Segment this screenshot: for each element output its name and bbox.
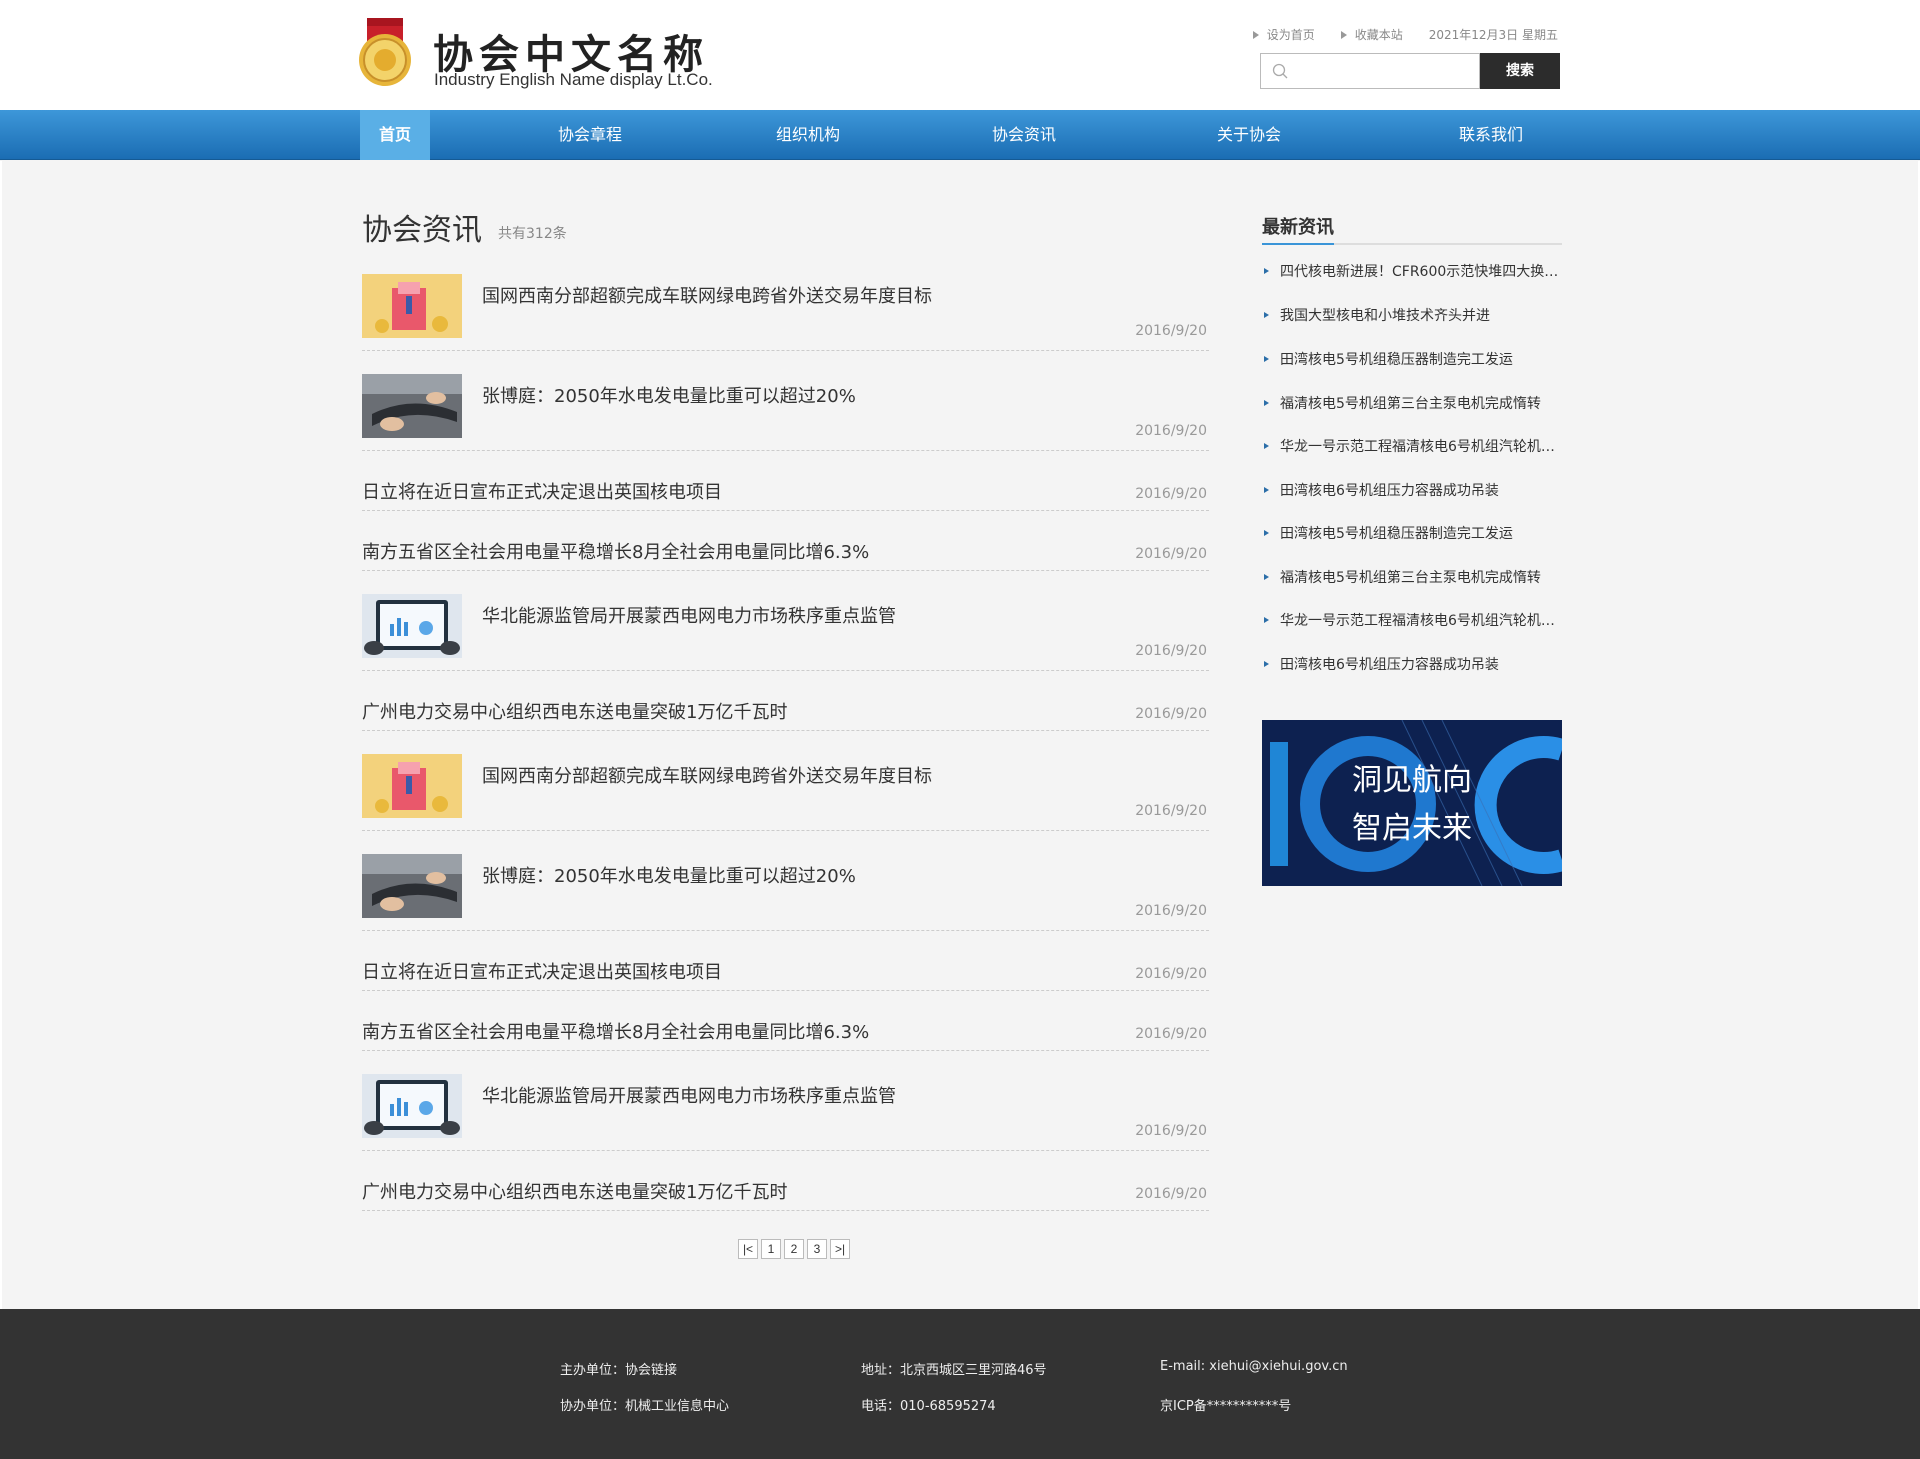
news-title[interactable]: 华北能源监管局开展蒙西电网电力市场秩序重点监管 (482, 602, 896, 628)
tablet-thumb-image[interactable] (362, 594, 462, 658)
news-date: 2016/9/20 (1135, 966, 1207, 982)
sidebar-title: 最新资讯 (1262, 217, 1334, 238)
site-header: 协会中文名称 Industry English Name display Lt.… (0, 0, 1920, 110)
sidebar-news-item[interactable]: 田湾核电5号机组稳压器制造完工发运 (1262, 349, 1562, 369)
news-row[interactable]: 张博庭：2050年水电发电量比重可以超过20% 2016/9/20 (362, 854, 1209, 931)
news-row[interactable]: 国网西南分部超额完成车联网绿电跨省外送交易年度目标 2016/9/20 (362, 754, 1209, 831)
news-date: 2016/9/20 (1135, 323, 1207, 339)
footer-phone: 电话：010-68595274 (861, 1399, 996, 1414)
sidebar-news-item[interactable]: 田湾核电5号机组稳压器制造完工发运 (1262, 523, 1562, 543)
medal-logo-icon[interactable] (357, 18, 413, 98)
site-name-en: Industry English Name display Lt.Co. (434, 70, 713, 89)
footer-co-organizer: 协办单位：机械工业信息中心 (560, 1399, 730, 1414)
sidebar-news-item[interactable]: 我国大型核电和小堆技术齐头并进 (1262, 305, 1562, 325)
main-content: 协会资讯 共有312条 国网西南分部超额完成车联网绿电跨省外送交易年度目标 20… (0, 161, 1920, 1309)
news-date: 2016/9/20 (1135, 486, 1207, 502)
news-row[interactable]: 华北能源监管局开展蒙西电网电力市场秩序重点监管 2016/9/20 (362, 594, 1209, 671)
news-row[interactable]: 国网西南分部超额完成车联网绿电跨省外送交易年度目标 2016/9/20 (362, 274, 1209, 351)
nav-home[interactable]: 首页 (360, 110, 430, 160)
news-title[interactable]: 国网西南分部超额完成车联网绿电跨省外送交易年度目标 (482, 282, 932, 308)
news-title[interactable]: 张博庭：2050年水电发电量比重可以超过20% (482, 862, 856, 888)
handshake-thumb-image[interactable] (362, 854, 462, 918)
news-row[interactable]: 广州电力交易中心组织西电东送电量突破1万亿千瓦时 2016/9/20 (362, 1174, 1209, 1211)
news-title[interactable]: 南方五省区全社会用电量平稳增长8月全社会用电量同比增6.3% (362, 538, 869, 564)
page-button-2[interactable]: 2 (784, 1239, 804, 1259)
news-row[interactable]: 日立将在近日宣布正式决定退出英国核电项目 2016/9/20 (362, 474, 1209, 511)
news-date: 2016/9/20 (1135, 1186, 1207, 1202)
footer-host: 主办单位：协会链接 (560, 1363, 678, 1378)
sidebar-news-item[interactable]: 华龙一号示范工程福清核电6号机组汽轮机扣缸 (1262, 610, 1562, 630)
news-count: 共有312条 (498, 226, 567, 242)
finance-thumb-image[interactable] (362, 274, 462, 338)
search-input[interactable] (1297, 58, 1472, 84)
banner-line-2: 智启未来 (1352, 811, 1472, 846)
sidebar-news-item[interactable]: 福清核电5号机组第三台主泵电机完成惰转 (1262, 393, 1562, 413)
news-row[interactable]: 广州电力交易中心组织西电东送电量突破1万亿千瓦时 2016/9/20 (362, 694, 1209, 731)
search-box (1260, 53, 1480, 89)
sidebar-news-item[interactable]: 华龙一号示范工程福清核电6号机组汽轮机扣缸 (1262, 436, 1562, 456)
search-button[interactable]: 搜索 (1480, 53, 1560, 89)
set-home-label: 设为首页 (1266, 28, 1315, 42)
sidebar-divider-accent (1262, 243, 1334, 245)
news-date: 2016/9/20 (1135, 546, 1207, 562)
news-date: 2016/9/20 (1135, 1123, 1207, 1139)
news-title[interactable]: 广州电力交易中心组织西电东送电量突破1万亿千瓦时 (362, 698, 787, 724)
news-row[interactable]: 日立将在近日宣布正式决定退出英国核电项目 2016/9/20 (362, 954, 1209, 991)
triangle-right-icon (1340, 30, 1347, 39)
news-date: 2016/9/20 (1135, 643, 1207, 659)
nav-organization[interactable]: 组织机构 (763, 110, 853, 160)
page-button-1[interactable]: 1 (761, 1239, 781, 1259)
set-home-link[interactable]: 设为首页 (1252, 26, 1315, 43)
news-date: 2016/9/20 (1135, 423, 1207, 439)
sidebar-news-item[interactable]: 田湾核电6号机组压力容器成功吊装 (1262, 654, 1562, 674)
current-date: 2021年12月3日 星期五 (1428, 28, 1558, 42)
nav-about[interactable]: 关于协会 (1204, 110, 1294, 160)
news-row[interactable]: 华北能源监管局开展蒙西电网电力市场秩序重点监管 2016/9/20 (362, 1074, 1209, 1151)
finance-thumb-image[interactable] (362, 754, 462, 818)
news-date: 2016/9/20 (1135, 706, 1207, 722)
nav-news[interactable]: 协会资讯 (979, 110, 1069, 160)
news-date: 2016/9/20 (1135, 803, 1207, 819)
main-nav: 首页 协会章程 组织机构 协会资讯 关于协会 联系我们 (0, 110, 1920, 160)
sidebar-news-item[interactable]: 四代核电新进展！CFR600示范快堆四大换料设备 (1262, 261, 1562, 281)
tablet-thumb-image[interactable] (362, 1074, 462, 1138)
news-title[interactable]: 张博庭：2050年水电发电量比重可以超过20% (482, 382, 856, 408)
news-row[interactable]: 南方五省区全社会用电量平稳增长8月全社会用电量同比增6.3% 2016/9/20 (362, 1014, 1209, 1051)
bookmark-link[interactable]: 收藏本站 (1340, 26, 1403, 43)
footer-email[interactable]: E-mail: xiehui@xiehui.gov.cn (1160, 1359, 1348, 1374)
triangle-right-icon (1252, 30, 1259, 39)
ad-banner[interactable]: 洞见航向 智启未来 (1262, 720, 1562, 886)
nav-charter[interactable]: 协会章程 (545, 110, 635, 160)
search-icon (1272, 63, 1288, 79)
footer-icp: 京ICP备***********号 (1160, 1399, 1292, 1414)
sidebar-news-item[interactable]: 田湾核电6号机组压力容器成功吊装 (1262, 480, 1562, 500)
last-page-button[interactable]: >| (830, 1239, 850, 1259)
news-row[interactable]: 南方五省区全社会用电量平稳增长8月全社会用电量同比增6.3% 2016/9/20 (362, 534, 1209, 571)
handshake-thumb-image[interactable] (362, 374, 462, 438)
banner-line-1: 洞见航向 (1352, 763, 1472, 798)
news-date: 2016/9/20 (1135, 1026, 1207, 1042)
news-title[interactable]: 南方五省区全社会用电量平稳增长8月全社会用电量同比增6.3% (362, 1018, 869, 1044)
page-title: 协会资讯 (362, 213, 482, 248)
news-date: 2016/9/20 (1135, 903, 1207, 919)
news-title[interactable]: 华北能源监管局开展蒙西电网电力市场秩序重点监管 (482, 1082, 896, 1108)
news-title[interactable]: 日立将在近日宣布正式决定退出英国核电项目 (362, 958, 722, 984)
footer-address: 地址：北京西城区三里河路46号 (861, 1363, 1047, 1378)
news-title[interactable]: 广州电力交易中心组织西电东送电量突破1万亿千瓦时 (362, 1178, 787, 1204)
nav-contact[interactable]: 联系我们 (1446, 110, 1536, 160)
first-page-button[interactable]: |< (738, 1239, 758, 1259)
pagination: |< 1 2 3 >| (738, 1239, 850, 1259)
top-links: 设为首页 收藏本站 2021年12月3日 星期五 (1252, 26, 1558, 43)
sidebar-news-item[interactable]: 福清核电5号机组第三台主泵电机完成惰转 (1262, 567, 1562, 587)
news-title[interactable]: 国网西南分部超额完成车联网绿电跨省外送交易年度目标 (482, 762, 932, 788)
bookmark-label: 收藏本站 (1354, 28, 1403, 42)
site-footer: 主办单位：协会链接 协办单位：机械工业信息中心 地址：北京西城区三里河路46号 … (0, 1309, 1920, 1459)
page-button-3[interactable]: 3 (807, 1239, 827, 1259)
news-title[interactable]: 日立将在近日宣布正式决定退出英国核电项目 (362, 478, 722, 504)
news-row[interactable]: 张博庭：2050年水电发电量比重可以超过20% 2016/9/20 (362, 374, 1209, 451)
